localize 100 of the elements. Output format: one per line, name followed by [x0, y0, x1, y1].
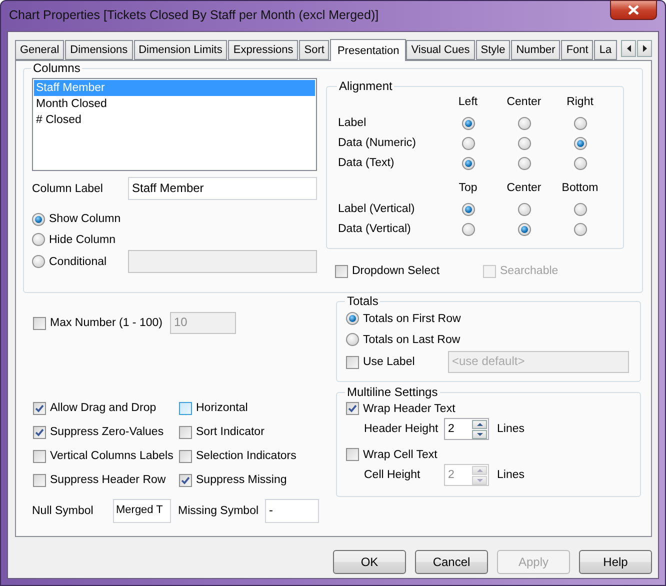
field-label: Missing Symbol	[178, 505, 260, 517]
radio-button[interactable]	[462, 202, 474, 216]
radio-label: Hide Column	[49, 234, 116, 246]
group-title: Alignment	[338, 79, 394, 93]
checkbox[interactable]	[346, 448, 359, 461]
dialog-button[interactable]: Cancel	[415, 550, 488, 574]
check-icon	[35, 404, 44, 412]
right-arrow-icon	[642, 45, 646, 52]
unit-label: Lines	[497, 469, 524, 481]
radio-button[interactable]	[32, 212, 45, 226]
checkbox[interactable]	[33, 316, 46, 330]
checkbox[interactable]	[33, 426, 46, 438]
checkbox-label: Allow Drag and Drop	[50, 402, 156, 414]
check-icon	[35, 428, 44, 436]
check-icon	[348, 404, 357, 413]
missing-symbol-field[interactable]: -	[265, 499, 319, 523]
radio-button[interactable]	[518, 202, 530, 216]
checkbox-label: Max Number (1 - 100)	[50, 317, 162, 329]
radio-button[interactable]	[574, 202, 586, 216]
checkbox[interactable]	[179, 426, 192, 438]
tab[interactable]: Sort	[299, 40, 330, 60]
radio-button[interactable]	[462, 116, 474, 130]
check-icon	[181, 476, 190, 484]
close-button[interactable]	[610, 0, 657, 20]
checkbox[interactable]	[179, 474, 192, 486]
checkbox-label: Suppress Header Row	[50, 474, 166, 486]
group-title: Multiline Settings	[346, 385, 439, 399]
tab[interactable]: Expressions	[228, 40, 298, 60]
tab[interactable]: General	[15, 40, 64, 60]
field-label: Null Symbol	[32, 505, 94, 517]
field-label: Column Label	[32, 182, 104, 194]
tab[interactable]: Style	[476, 40, 510, 60]
tab[interactable]: Presentation	[330, 39, 406, 61]
checkbox-label: Searchable	[500, 265, 558, 277]
column-heading: Right	[566, 95, 594, 110]
unit-label: Lines	[497, 423, 524, 435]
list-item[interactable]: Month Closed	[34, 96, 315, 112]
radio-button[interactable]	[32, 255, 45, 268]
checkbox-label: Sort Indicator	[196, 426, 264, 438]
tab[interactable]: Number	[511, 40, 560, 60]
scroll-left-button[interactable]	[621, 40, 636, 57]
radio-button[interactable]	[518, 116, 530, 130]
checkbox[interactable]	[179, 402, 192, 414]
radio-button[interactable]	[32, 233, 45, 246]
field-label: Header Height	[364, 423, 440, 435]
radio-button[interactable]	[346, 333, 359, 346]
column-heading: Center	[506, 181, 542, 196]
column-heading: Top	[458, 181, 478, 196]
spin-field[interactable]: 2	[444, 418, 489, 440]
spin-up-button[interactable]	[472, 420, 487, 428]
row-label: Data (Vertical)	[338, 222, 412, 237]
tab[interactable]: Dimensions	[65, 40, 133, 60]
radio-label: Totals on First Row	[363, 312, 461, 324]
checkbox-label: Wrap Header Text	[363, 402, 456, 414]
tab[interactable]: Visual Cues	[406, 40, 475, 60]
null-symbol-field[interactable]: Merged T	[113, 499, 171, 523]
row-label: Data (Text)	[338, 156, 396, 171]
column-heading: Left	[457, 95, 479, 110]
row-label: Label	[338, 116, 368, 131]
radio-button[interactable]	[518, 156, 530, 170]
radio-button[interactable]	[518, 222, 530, 236]
checkbox-label: Use Label	[363, 356, 415, 368]
tab[interactable]: Dimension Limits	[134, 40, 228, 60]
close-icon	[628, 5, 639, 15]
scroll-right-button[interactable]	[637, 40, 652, 57]
window-title: Chart Properties [Tickets Closed By Staff per Month (excl Merged)]	[9, 8, 379, 22]
column-heading: Bottom	[560, 181, 600, 196]
tab[interactable]: La	[594, 40, 617, 60]
radio-button[interactable]	[574, 156, 586, 170]
checkbox-label: Selection Indicators	[196, 450, 296, 462]
checkbox[interactable]	[346, 402, 359, 415]
radio-button[interactable]	[574, 116, 586, 130]
radio-button[interactable]	[518, 136, 530, 150]
field-label: Cell Height	[364, 469, 422, 481]
row-label: Label (Vertical)	[338, 202, 416, 217]
radio-button[interactable]	[574, 222, 586, 236]
list-item[interactable]: # Closed	[34, 112, 315, 128]
checkbox[interactable]	[33, 474, 46, 486]
radio-button[interactable]	[346, 312, 359, 325]
radio-button[interactable]	[462, 136, 474, 150]
radio-button[interactable]	[462, 156, 474, 170]
dialog-button[interactable]: OK	[333, 550, 406, 574]
checkbox-label: Suppress Missing	[196, 474, 287, 486]
checkbox[interactable]	[335, 264, 348, 278]
radio-button[interactable]	[574, 136, 586, 150]
spin-down-button[interactable]	[472, 430, 487, 438]
radio-label: Totals on Last Row	[363, 334, 460, 346]
row-label: Data (Numeric)	[338, 136, 417, 151]
checkbox[interactable]	[33, 402, 46, 414]
dialog-button[interactable]: Help	[579, 550, 652, 574]
checkbox[interactable]	[179, 450, 192, 462]
column-heading: Center	[506, 95, 542, 110]
left-arrow-icon	[626, 45, 630, 52]
group-title: Columns	[32, 61, 82, 75]
checkbox-label: Wrap Cell Text	[363, 448, 438, 460]
checkbox[interactable]	[346, 356, 359, 368]
checkbox[interactable]	[33, 450, 46, 462]
column-label-field[interactable]: Staff Member	[128, 177, 317, 200]
radio-button[interactable]	[462, 222, 474, 236]
tab[interactable]: Font	[561, 40, 594, 60]
